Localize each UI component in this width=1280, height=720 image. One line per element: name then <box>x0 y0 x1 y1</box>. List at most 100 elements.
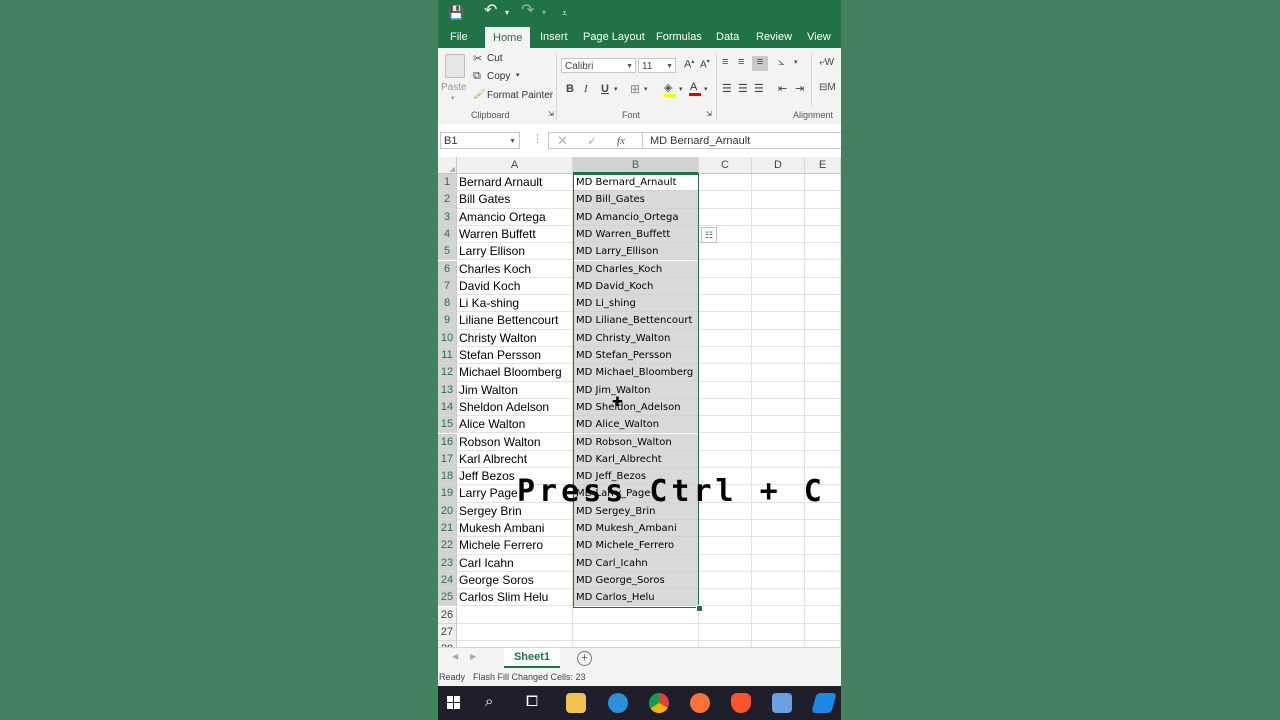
cell-e13[interactable] <box>805 381 841 399</box>
cell-d11[interactable] <box>752 347 805 365</box>
cell-c10[interactable] <box>699 329 752 347</box>
row-header[interactable]: 12 <box>438 364 457 382</box>
cell-d4[interactable] <box>752 225 805 244</box>
name-box[interactable]: B1 ▼ <box>440 132 520 149</box>
scroll-left-icon[interactable]: ◀ <box>452 652 458 661</box>
cell-e1[interactable] <box>805 174 841 192</box>
cell-c24[interactable] <box>699 571 752 590</box>
cell-e2[interactable] <box>805 191 841 209</box>
cell-a5[interactable]: Larry Ellison <box>457 243 573 261</box>
cell-b14[interactable]: MD Sheldon_Adelson <box>573 398 699 417</box>
row-header[interactable]: 13 <box>438 381 457 399</box>
borders-icon[interactable]: ⊞ <box>630 82 640 96</box>
cell-d23[interactable] <box>752 554 805 572</box>
cell-e27[interactable] <box>805 623 841 642</box>
cell-d25[interactable] <box>752 589 805 607</box>
fill-color-dropdown-icon[interactable]: ▾ <box>679 85 683 93</box>
cell-c5[interactable] <box>699 243 752 261</box>
cell-d15[interactable] <box>752 416 805 434</box>
decrease-indent-icon[interactable]: ⇤ <box>778 82 787 95</box>
insert-function-icon[interactable]: fx <box>617 133 625 149</box>
add-sheet-icon[interactable]: + <box>577 651 592 666</box>
cell-e22[interactable] <box>805 537 841 555</box>
cell-a4[interactable]: Warren Buffett <box>457 225 573 244</box>
cell-b1[interactable]: MD Bernard_Arnault <box>573 174 699 192</box>
firefox-icon[interactable] <box>690 693 710 713</box>
cell-e9[interactable] <box>805 312 841 330</box>
clipboard-launcher-icon[interactable]: ⇲ <box>548 110 554 118</box>
row-header[interactable]: 24 <box>438 571 457 590</box>
cell-c12[interactable] <box>699 364 752 382</box>
tab-home[interactable]: Home <box>485 27 531 48</box>
worksheet-grid[interactable]: ◢ A B C D E 1 Bernard Arnault MD Bernard_Arnaul… <box>438 157 841 659</box>
network-app-icon[interactable] <box>772 693 792 713</box>
row-header[interactable]: 14 <box>438 398 457 417</box>
cell-e24[interactable] <box>805 571 841 590</box>
tab-insert[interactable]: Insert <box>540 26 568 48</box>
cell-b5[interactable]: MD Larry_Ellison <box>573 243 699 261</box>
row-header[interactable]: 15 <box>438 416 457 434</box>
customize-qat-icon[interactable]: ⩡ <box>562 4 567 22</box>
cell-b23[interactable]: MD Carl_Icahn <box>573 554 699 572</box>
cell-d6[interactable] <box>752 260 805 278</box>
cell-b4[interactable]: MD Warren_Buffett <box>573 225 699 244</box>
cell-d8[interactable] <box>752 295 805 313</box>
cell-c6[interactable] <box>699 260 752 278</box>
column-header-b[interactable]: B <box>573 157 699 174</box>
redo-dropdown-icon[interactable]: ▾ <box>542 4 546 22</box>
cell-c13[interactable] <box>699 381 752 399</box>
cell-b2[interactable]: MD Bill_Gates <box>573 191 699 209</box>
cell-b17[interactable]: MD Karl_Albrecht <box>573 450 699 469</box>
cell-d22[interactable] <box>752 537 805 555</box>
cell-b12[interactable]: MD Michael_Bloomberg <box>573 364 699 382</box>
tab-formulas[interactable]: Formulas <box>656 26 702 48</box>
cell-c2[interactable] <box>699 191 752 209</box>
cell-d26[interactable] <box>752 606 805 624</box>
cell-c23[interactable] <box>699 554 752 572</box>
cell-a24[interactable]: George Soros <box>457 571 573 590</box>
cell-c1[interactable] <box>699 174 752 192</box>
row-header[interactable]: 23 <box>438 554 457 572</box>
cell-d12[interactable] <box>752 364 805 382</box>
row-header[interactable]: 25 <box>438 589 457 607</box>
cell-d24[interactable] <box>752 571 805 590</box>
align-middle-icon[interactable]: ≡ <box>738 56 744 68</box>
cell-b10[interactable]: MD Christy_Walton <box>573 329 699 347</box>
row-header[interactable]: 3 <box>438 208 457 226</box>
cell-e16[interactable] <box>805 433 841 451</box>
cell-a23[interactable]: Carl Icahn <box>457 554 573 572</box>
cell-c15[interactable] <box>699 416 752 434</box>
cell-b11[interactable]: MD Stefan_Persson <box>573 347 699 365</box>
select-all-button[interactable]: ◢ <box>438 157 457 174</box>
cell-d13[interactable] <box>752 381 805 399</box>
cell-c7[interactable] <box>699 277 752 296</box>
tab-data[interactable]: Data <box>716 26 739 48</box>
column-header-c[interactable]: C <box>699 157 752 174</box>
cell-e11[interactable] <box>805 347 841 365</box>
cell-a22[interactable]: Michele Ferrero <box>457 537 573 555</box>
chrome-icon[interactable] <box>649 693 669 713</box>
row-header[interactable]: 1 <box>438 174 457 192</box>
align-center-icon[interactable]: ☰ <box>738 82 748 95</box>
cell-b9[interactable]: MD Liliane_Bettencourt <box>573 312 699 330</box>
cell-e21[interactable] <box>805 520 841 538</box>
row-header[interactable]: 5 <box>438 243 457 261</box>
cell-d2[interactable] <box>752 191 805 209</box>
edge-icon[interactable] <box>608 693 628 713</box>
cell-c9[interactable] <box>699 312 752 330</box>
cell-a14[interactable]: Sheldon Adelson <box>457 398 573 417</box>
bold-button[interactable]: B <box>566 83 574 95</box>
cell-c8[interactable] <box>699 295 752 313</box>
align-bottom-icon[interactable]: ≡ <box>752 56 768 71</box>
cell-c22[interactable] <box>699 537 752 555</box>
cell-c14[interactable] <box>699 398 752 417</box>
orientation-icon[interactable]: ⦣ <box>778 56 784 69</box>
cell-b24[interactable]: MD George_Soros <box>573 571 699 590</box>
tab-page-layout[interactable]: Page Layout <box>583 26 645 48</box>
cell-a25[interactable]: Carlos Slim Helu <box>457 589 573 607</box>
undo-icon[interactable]: ↶ <box>484 2 497 20</box>
font-color-icon[interactable]: A <box>689 81 701 96</box>
cell-a8[interactable]: Li Ka-shing <box>457 295 573 313</box>
cell-e6[interactable] <box>805 260 841 278</box>
row-header[interactable]: 26 <box>438 606 457 624</box>
